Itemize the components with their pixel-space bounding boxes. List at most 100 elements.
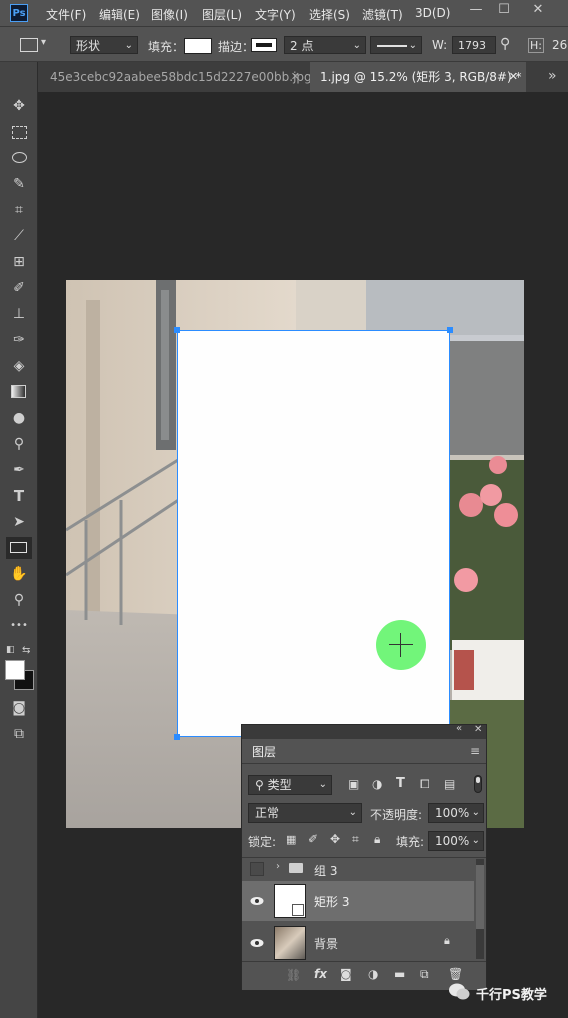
screen-mode-icon[interactable]: ⧉ <box>9 724 29 744</box>
width-input[interactable]: 1793 像 <box>452 36 496 54</box>
quick-select-icon[interactable]: ✎ <box>9 174 29 194</box>
tab-overflow-icon[interactable]: » <box>548 68 557 84</box>
new-layer-icon[interactable]: ⧉ <box>420 967 429 982</box>
folder-icon <box>289 863 303 873</box>
maximize-button[interactable]: ☐ <box>490 0 518 22</box>
menu-filter[interactable]: 滤镜(T) <box>362 6 403 23</box>
foreground-color-swatch[interactable] <box>5 660 25 680</box>
filter-kind-value: 类型 <box>267 778 292 792</box>
tab-document-2[interactable]: 1.jpg @ 15.2% (矩形 3, RGB/8#) * ✕ <box>310 62 526 92</box>
filter-pixel-icon[interactable]: ▣ <box>348 777 359 791</box>
blend-mode-select[interactable]: 正常 ⌄ <box>248 803 362 823</box>
fill-swatch[interactable] <box>184 38 212 54</box>
crop-icon[interactable]: ⌗ <box>9 200 29 220</box>
tab-document-1[interactable]: 45e3cebc92aabee58bdc15d2227e00bb.jpg ✕ <box>40 62 312 92</box>
eyedropper-icon[interactable]: ⟋ <box>9 226 29 246</box>
healing-icon[interactable]: ⊞ <box>9 252 29 272</box>
filter-adjustment-icon[interactable]: ◑ <box>372 777 382 791</box>
photoshop-logo[interactable]: Ps <box>10 4 28 22</box>
zoom-icon[interactable]: ⚲ <box>9 590 29 610</box>
layers-scrollbar[interactable] <box>476 859 484 959</box>
new-group-icon[interactable]: ▬ <box>394 967 405 981</box>
panel-menu-icon[interactable]: ≡ <box>470 744 480 758</box>
link-layers-icon[interactable]: ⛓ <box>286 968 301 982</box>
stamp-icon[interactable]: ⊥ <box>9 304 29 324</box>
stroke-width-value: 2 点 <box>290 39 314 53</box>
filter-shape-icon[interactable]: ⧠ <box>420 777 430 792</box>
chevron-right-icon[interactable]: › <box>276 861 280 872</box>
blur-icon[interactable]: ● <box>9 408 29 428</box>
panel-header-strip[interactable]: « ✕ <box>242 723 486 739</box>
rectangle-shape-layer[interactable] <box>177 330 450 737</box>
crosshair-icon <box>400 633 401 657</box>
layers-tab[interactable]: 图层 <box>246 741 282 763</box>
stroke-swatch[interactable] <box>251 38 277 52</box>
fx-icon[interactable]: fx <box>314 967 327 981</box>
menu-select[interactable]: 选择(S) <box>309 6 350 23</box>
collapse-panel-icon[interactable]: « <box>456 723 462 734</box>
eye-icon[interactable] <box>250 937 264 947</box>
opacity-input[interactable]: 100% ⌄ <box>428 803 484 823</box>
add-mask-icon[interactable]: ◙ <box>340 967 352 981</box>
link-search-icon[interactable]: ⚲ <box>500 36 510 52</box>
minimize-button[interactable]: — <box>462 0 490 22</box>
visibility-toggle-empty[interactable] <box>250 862 264 876</box>
menu-file[interactable]: 文件(F) <box>46 6 86 23</box>
dodge-icon[interactable]: ⚲ <box>9 434 29 454</box>
height-input[interactable]: 26 <box>552 38 567 52</box>
lasso-icon[interactable] <box>9 148 29 168</box>
brush-icon[interactable]: ✐ <box>9 278 29 298</box>
default-colors-icon[interactable]: ◧ <box>6 645 15 655</box>
delete-layer-icon[interactable]: 🗑︎ <box>448 967 463 981</box>
filter-type-icon[interactable]: T <box>396 776 405 791</box>
close-tab-icon[interactable]: ✕ <box>291 62 300 92</box>
scrollbar-thumb[interactable] <box>476 865 484 929</box>
hand-icon[interactable]: ✋ <box>9 564 29 584</box>
tools-panel: ✥ ✎ ⌗ ⟋ ⊞ ✐ ⊥ ✑ ◈ ● ⚲ ✒ T ➤ ✋ ⚲ ••• ◧ ⇆ … <box>0 62 38 1018</box>
menu-3d[interactable]: 3D(D) <box>415 6 450 20</box>
path-select-icon[interactable]: ➤ <box>9 512 29 532</box>
type-icon[interactable]: T <box>9 486 29 506</box>
chevron-down-icon[interactable]: ▾ <box>41 37 46 48</box>
tool-preset-icon[interactable] <box>20 38 38 52</box>
pen-icon[interactable]: ✒ <box>9 460 29 480</box>
transform-handle[interactable] <box>174 327 180 333</box>
close-tab-icon[interactable]: ✕ <box>509 62 518 92</box>
move-icon[interactable]: ✥ <box>9 96 29 116</box>
quick-mask-icon[interactable]: ◙ <box>9 698 29 718</box>
eye-icon[interactable] <box>250 895 264 905</box>
chevron-down-icon: ⌄ <box>408 40 417 51</box>
chevron-down-icon: ⌄ <box>318 779 327 790</box>
layer-row-shape-selected[interactable]: 矩形 3 <box>242 881 474 921</box>
lock-image-icon[interactable]: ✐ <box>308 832 318 846</box>
shape-mode-select[interactable]: 形状 ⌄ <box>70 36 138 54</box>
more-icon[interactable]: ••• <box>9 616 29 636</box>
menu-edit[interactable]: 编辑(E) <box>99 6 140 23</box>
adjustment-layer-icon[interactable]: ◑ <box>368 967 378 981</box>
swap-colors-icon[interactable]: ⇆ <box>22 645 30 656</box>
lock-all-icon[interactable]: 🔒︎ <box>374 832 380 847</box>
menu-type[interactable]: 文字(Y) <box>255 6 296 23</box>
history-brush-icon[interactable]: ✑ <box>9 330 29 350</box>
close-window-button[interactable]: ✕ <box>524 0 552 22</box>
layer-row-group[interactable]: › 组 3 <box>242 858 486 880</box>
gradient-icon[interactable] <box>9 382 29 402</box>
filter-smart-object-icon[interactable]: ▤ <box>444 777 455 791</box>
transform-handle[interactable] <box>174 734 180 740</box>
stroke-type-select[interactable]: ⌄ <box>370 36 422 54</box>
transform-handle[interactable] <box>447 327 453 333</box>
layer-row-background[interactable]: 背景 🔒︎ <box>242 923 474 963</box>
lock-transparent-icon[interactable]: ▦ <box>286 833 296 846</box>
eraser-icon[interactable]: ◈ <box>9 356 29 376</box>
close-panel-icon[interactable]: ✕ <box>474 724 482 735</box>
lock-artboard-icon[interactable]: ⌗ <box>352 832 359 847</box>
filter-toggle[interactable] <box>474 775 482 793</box>
menu-image[interactable]: 图像(I) <box>151 6 188 23</box>
fill-input[interactable]: 100% ⌄ <box>428 831 484 851</box>
marquee-icon[interactable] <box>9 122 29 142</box>
filter-kind-select[interactable]: ⚲ 类型 ⌄ <box>248 775 332 795</box>
stroke-width-select[interactable]: 2 点 ⌄ <box>284 36 366 54</box>
rectangle-icon[interactable] <box>6 537 32 559</box>
menu-layer[interactable]: 图层(L) <box>202 6 242 23</box>
lock-position-icon[interactable]: ✥ <box>330 832 340 846</box>
